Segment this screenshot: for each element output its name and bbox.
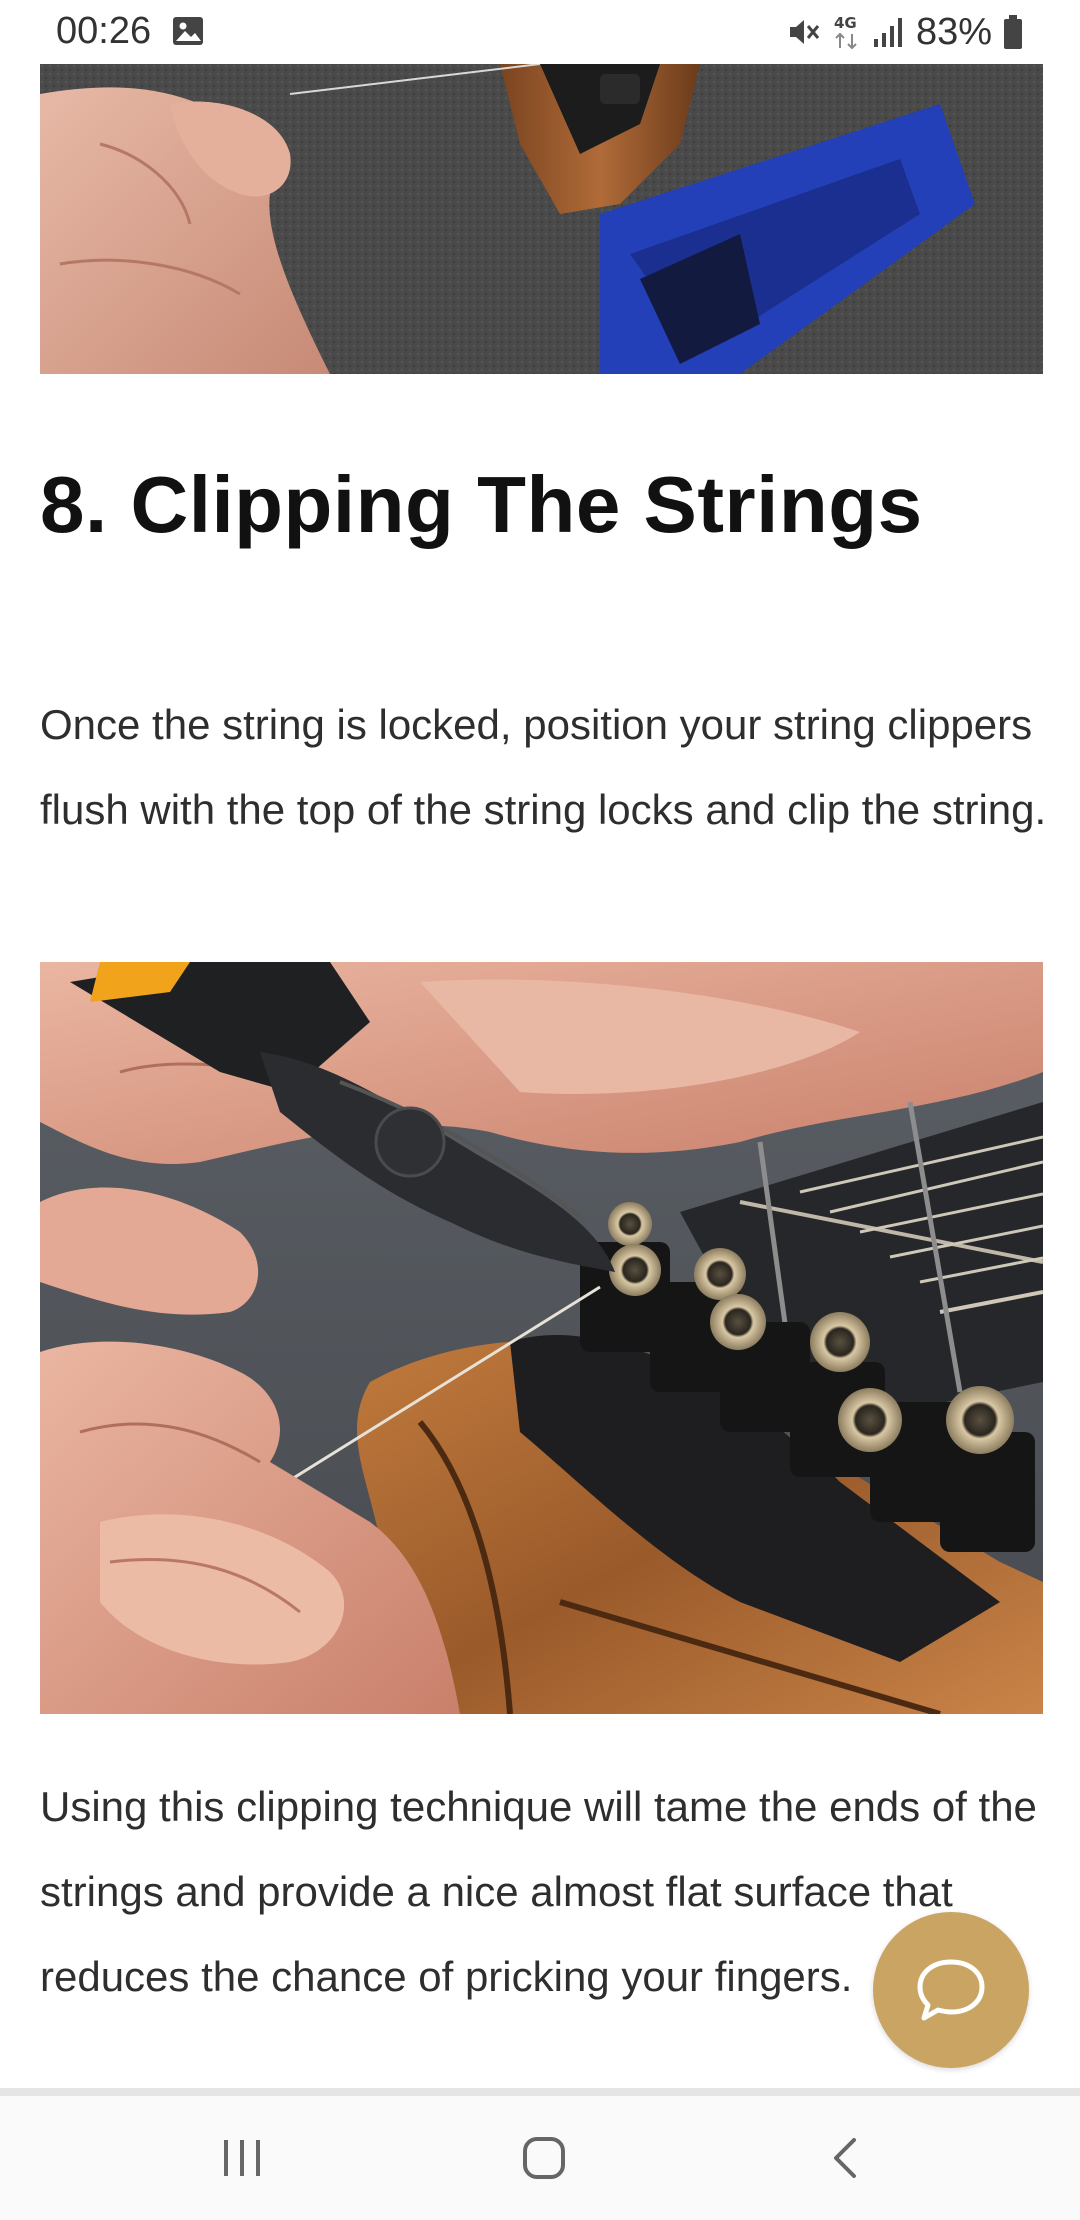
status-icons: 4G 83% <box>786 8 1024 56</box>
clipping-string-with-cutters-photo <box>40 962 1043 1714</box>
section-heading: 8. Clipping The Strings <box>40 460 923 549</box>
mute-icon <box>789 20 820 44</box>
home-icon <box>523 2137 565 2179</box>
guitar-headstock-on-stand-photo <box>40 64 1043 374</box>
svg-text:4G: 4G <box>834 14 857 32</box>
chat-bubble-icon <box>917 1959 985 2021</box>
recent-apps-button[interactable] <box>202 2126 282 2190</box>
signal-icon <box>873 18 902 47</box>
recent-apps-icon <box>224 2140 260 2176</box>
paragraph-1: Once the string is locked, position your… <box>40 701 1047 833</box>
status-time: 00:26 <box>56 10 152 52</box>
image-icon <box>173 17 203 45</box>
page-divider <box>0 2088 1080 2096</box>
navigation-bar <box>0 2096 1080 2220</box>
battery-icon <box>1004 15 1022 49</box>
back-icon <box>834 2138 856 2178</box>
network-4g-icon: 4G <box>834 14 857 50</box>
battery-percent: 83% <box>915 10 992 53</box>
status-bar: 00:26 4G 83% <box>0 0 1080 64</box>
chat-button[interactable] <box>873 1912 1029 2068</box>
home-button[interactable] <box>504 2126 584 2190</box>
back-button[interactable] <box>806 2126 886 2190</box>
